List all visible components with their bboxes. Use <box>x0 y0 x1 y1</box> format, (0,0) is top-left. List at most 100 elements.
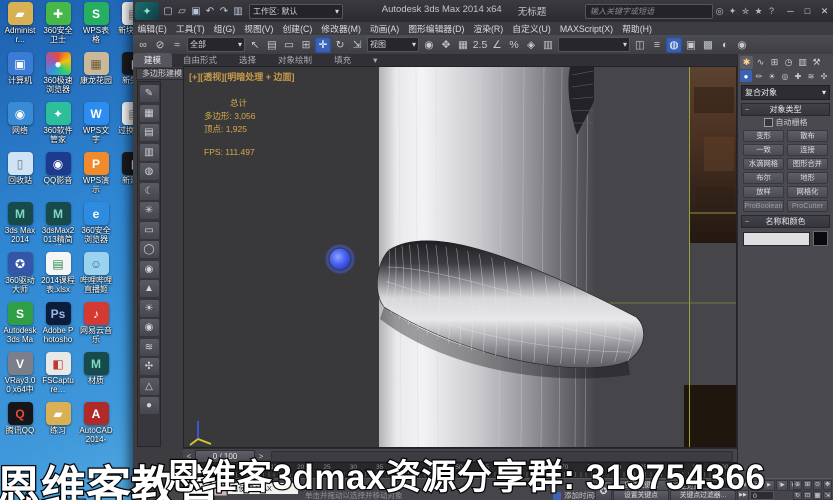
desktop-icon[interactable]: M 3ds Max 2014 <box>3 202 37 252</box>
category-icon[interactable]: ≋ <box>805 70 817 82</box>
category-icon[interactable]: ✚ <box>792 70 804 82</box>
object-type-button[interactable]: 水滴网格 <box>743 158 784 170</box>
object-type-button[interactable]: 散布 <box>787 130 828 142</box>
minimize-button[interactable]: ─ <box>782 4 799 19</box>
toolbar-icon[interactable]: ↖ <box>247 37 263 53</box>
ribbon-tool-icon[interactable]: ◯ <box>139 241 159 258</box>
desktop-icon[interactable]: ♪ 网易云音乐 <box>79 302 113 352</box>
object-type-button[interactable]: 连接 <box>787 144 828 156</box>
desktop-icon[interactable]: ▯ 回收站 <box>3 152 37 202</box>
viewport-nav-icon[interactable]: ⊕ <box>793 480 802 490</box>
ribbon-panel-label[interactable]: 多边形建模 <box>136 68 188 80</box>
toolbar-dropdown[interactable]: 视图 ▾ <box>367 37 419 52</box>
ribbon-tool-icon[interactable]: ◉ <box>139 319 159 336</box>
desktop-icon[interactable]: ▰ Administr... <box>3 2 37 52</box>
toolbar-icon[interactable]: ↻ <box>332 37 348 53</box>
quick-access-icon[interactable]: ▱ <box>175 4 189 19</box>
ribbon-tool-icon[interactable]: ◉ <box>139 260 159 278</box>
ribbon-tool-icon[interactable]: ● <box>139 397 159 414</box>
toolbar-icon[interactable]: ◐ <box>717 37 733 53</box>
desktop-icon[interactable]: SAutodesk 3ds Max… <box>3 302 37 352</box>
ribbon-tool-icon[interactable]: ≋ <box>139 338 159 356</box>
infocenter-icon[interactable]: ✮ <box>739 4 752 18</box>
toolbar-icon[interactable]: ▩ <box>700 37 716 53</box>
playback-button[interactable]: |▶ <box>776 480 788 491</box>
ribbon-tool-icon[interactable]: ☾ <box>139 182 159 200</box>
desktop-icon[interactable]: PsAdobe Photoshop… <box>41 302 75 352</box>
menu-item[interactable]: 图形编辑器(D) <box>404 22 469 35</box>
desktop-icon[interactable]: M 材质 <box>79 352 113 402</box>
category-icon[interactable]: ◎ <box>779 70 791 82</box>
menu-item[interactable]: 组(G) <box>209 22 240 35</box>
menu-item[interactable]: 帮助(H) <box>618 22 657 35</box>
quick-access-icon[interactable]: ▣ <box>189 4 203 19</box>
workspace-dropdown[interactable]: 工作区: 默认 ▾ <box>249 3 343 19</box>
toolbar-icon[interactable]: % <box>506 37 522 53</box>
display-tab-icon[interactable]: ▥ <box>796 56 809 69</box>
object-type-button[interactable]: 一致 <box>743 144 784 156</box>
quick-access-icon[interactable]: ↶ <box>203 4 217 19</box>
category-icon[interactable]: ✣ <box>818 70 830 82</box>
desktop-icon[interactable]: ▦ 康龙花园 <box>79 52 113 102</box>
toolbar-icon[interactable]: ✥ <box>438 37 454 53</box>
desktop-icon[interactable]: ▤ 2014课程表.xlsx <box>41 252 75 302</box>
object-type-button[interactable]: 网格化 <box>787 186 828 198</box>
toolbar-icon[interactable]: ▣ <box>683 37 699 53</box>
desktop-icon[interactable]: ◉ QQ影音 <box>41 152 75 202</box>
modify-tab-icon[interactable]: ∿ <box>754 56 767 69</box>
object-color-swatch[interactable] <box>813 231 828 246</box>
toolbar-icon[interactable]: ⇲ <box>349 37 365 53</box>
desktop-icon[interactable]: AAutoCAD 2014-简… <box>79 402 113 452</box>
menu-item[interactable]: 渲染(R) <box>469 22 508 35</box>
app-logo-icon[interactable]: ✦ <box>135 2 159 20</box>
desktop-icon[interactable]: ✦ 360软件管家 <box>41 102 75 152</box>
ribbon-tool-icon[interactable]: ▦ <box>139 104 159 122</box>
toolbar-icon[interactable]: ⊞ <box>298 37 314 53</box>
ribbon-tool-icon[interactable]: ▤ <box>139 124 159 141</box>
viewport-label[interactable]: [+][透视][明暗处理 + 边面] <box>189 70 295 83</box>
rollout-name-color[interactable]: − 名称和颜色 <box>741 215 830 228</box>
motion-tab-icon[interactable]: ◷ <box>782 56 795 69</box>
create-tab-icon[interactable]: ✱ <box>740 56 753 69</box>
menu-item[interactable]: 工具(T) <box>171 22 209 35</box>
menu-item[interactable]: 创建(C) <box>278 22 317 35</box>
toolbar-icon[interactable]: ⊘ <box>152 37 168 53</box>
infocenter-icon[interactable]: ★ <box>752 4 765 18</box>
rollout-object-type[interactable]: − 对象类型 <box>741 103 830 116</box>
ribbon-tool-icon[interactable]: ✣ <box>139 358 159 375</box>
quick-access-icon[interactable]: ↷ <box>217 4 231 19</box>
viewport-nav-icon[interactable]: ⊞ <box>803 480 812 490</box>
toolbar-icon[interactable]: ∞ <box>135 37 151 53</box>
ribbon-tool-icon[interactable]: ▲ <box>139 280 159 297</box>
toolbar-icon[interactable]: ◍ <box>666 36 682 53</box>
ribbon-tool-icon[interactable]: ✎ <box>139 85 159 102</box>
desktop-icon[interactable]: ▰ 练习 <box>41 402 75 452</box>
ribbon-tool-icon[interactable]: ▥ <box>139 143 159 161</box>
autogrid-checkbox[interactable] <box>763 118 773 127</box>
toolbar-icon[interactable]: ≈ <box>169 37 185 53</box>
menu-item[interactable]: 视图(V) <box>240 22 278 35</box>
category-icon[interactable]: ☀ <box>766 70 778 82</box>
close-button[interactable]: ✕ <box>816 4 833 19</box>
maximize-button[interactable]: □ <box>799 4 816 19</box>
toolbar-icon[interactable]: ▦ <box>455 37 471 53</box>
menu-item[interactable]: 修改器(M) <box>317 22 366 35</box>
toolbar-icon[interactable]: ◉ <box>421 37 437 53</box>
utilities-tab-icon[interactable]: ⚒ <box>810 56 823 69</box>
object-type-button[interactable]: 变形 <box>743 130 784 142</box>
desktop-icon[interactable]: S WPS表格 <box>79 2 113 52</box>
menu-item[interactable]: 动画(A) <box>365 22 403 35</box>
toolbar-icon[interactable]: ◈ <box>523 37 539 53</box>
desktop-icon[interactable]: ▣ 计算机 <box>3 52 37 102</box>
desktop-icon[interactable]: e 360安全浏览器 <box>79 202 113 252</box>
desktop-icon[interactable]: VVRay3.00 x64中文… <box>3 352 37 402</box>
menu-item[interactable]: MAXScript(X) <box>555 24 617 34</box>
quick-access-icon[interactable]: ▥ <box>231 4 245 19</box>
object-type-button[interactable]: 图形合并 <box>787 158 828 170</box>
infocenter-icon[interactable]: ? <box>765 4 778 18</box>
object-category-dropdown[interactable]: 复合对象 ▾ <box>741 85 830 100</box>
toolbar-icon[interactable]: ▤ <box>264 37 280 53</box>
infocenter-icon[interactable]: ◎ <box>713 4 726 18</box>
toolbar-icon[interactable]: ▭ <box>281 37 297 53</box>
ribbon-tool-icon[interactable]: ✳ <box>139 202 159 219</box>
